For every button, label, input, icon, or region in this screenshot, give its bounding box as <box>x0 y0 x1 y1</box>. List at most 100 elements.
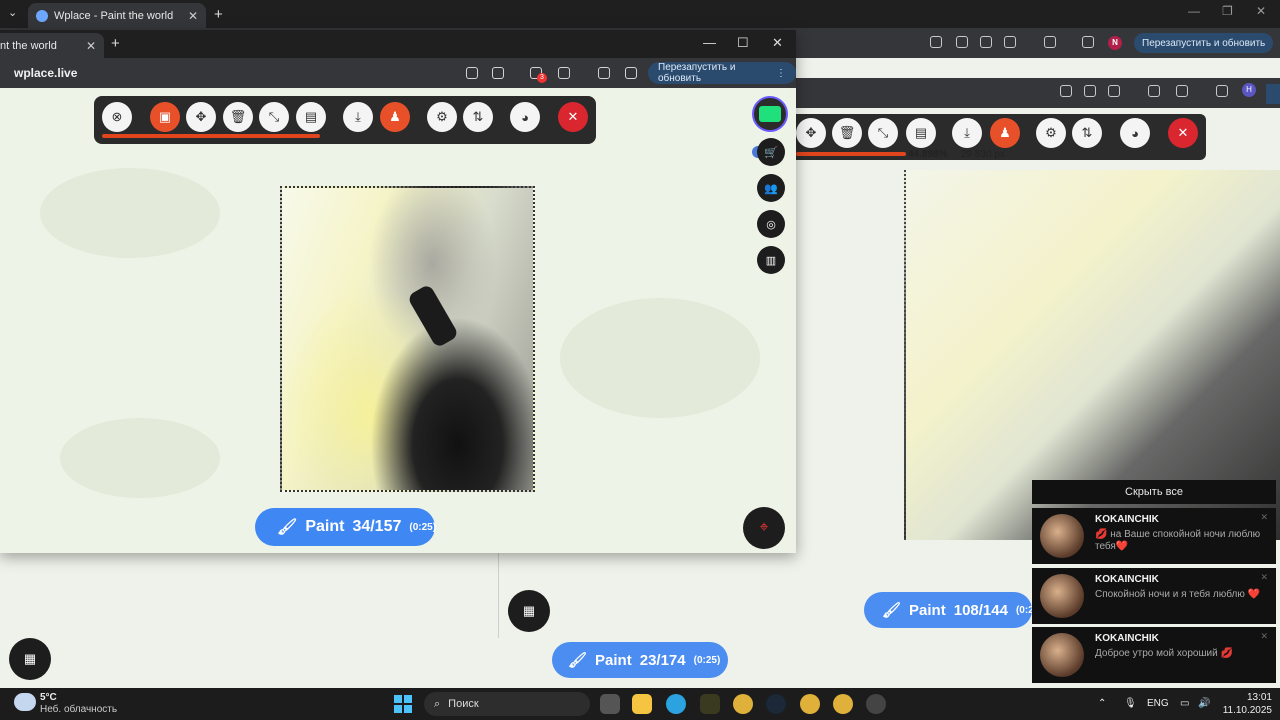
install-icon[interactable] <box>1060 85 1072 97</box>
close-tab-icon[interactable]: ✕ <box>86 39 96 53</box>
explore-button[interactable]: ◎ <box>757 210 785 238</box>
trash-button[interactable]: 🗑 <box>223 102 253 132</box>
locate-button[interactable]: ⌖ <box>743 507 785 549</box>
file-explorer-icon[interactable] <box>632 694 652 714</box>
close-tab-icon[interactable]: ✕ <box>188 9 198 23</box>
close-panel-button[interactable]: ✕ <box>1168 118 1198 148</box>
paint-button[interactable]: 🖌 Paint 23/174 (0:25) <box>552 642 728 678</box>
telegram-icon[interactable] <box>666 694 686 714</box>
chrome-icon[interactable] <box>733 694 753 714</box>
profile-avatar[interactable]: H <box>1242 83 1256 97</box>
new-tab-button[interactable]: + <box>111 35 120 52</box>
palette-button[interactable]: ▦ <box>9 638 51 680</box>
notification-message: 💋 на Ваше спокойной ночи люблю тебя❤️ <box>1095 529 1261 552</box>
notification-item[interactable]: KOKAINCHIK 💋 на Ваше спокойной ночи любл… <box>1032 508 1276 564</box>
paint-button[interactable]: 🖌 Paint 34/157 (0:25) <box>255 508 436 546</box>
download-button[interactable]: ⤓ <box>952 118 982 148</box>
settings-button[interactable]: ⚙ <box>427 102 457 132</box>
bookmark-star-icon[interactable] <box>1004 36 1016 48</box>
url-text[interactable]: wplace.live <box>14 66 77 80</box>
sort-button[interactable]: ⇅ <box>463 102 493 132</box>
volume-icon[interactable]: 🔊 <box>1198 698 1210 709</box>
microphone-icon[interactable]: 🎙 <box>1124 698 1137 709</box>
chrome-icon[interactable] <box>800 694 820 714</box>
resize-button[interactable]: ⤡ <box>259 102 289 132</box>
translate-icon[interactable] <box>980 36 992 48</box>
clock[interactable]: 13:01 11.10.2025 <box>1222 691 1272 717</box>
crosshair-button[interactable]: ⊗ <box>102 102 132 132</box>
tray-overflow-icon[interactable]: ⌃ <box>1098 698 1106 709</box>
settings-button[interactable]: ⚙ <box>1036 118 1066 148</box>
weather-description[interactable]: Неб. облачность <box>40 704 117 715</box>
translate-icon[interactable] <box>1084 85 1096 97</box>
cart-button[interactable]: 🛒 <box>757 138 785 166</box>
notification-item[interactable]: KOKAINCHIK Спокойной ночи и я тебя люблю… <box>1032 568 1276 624</box>
reading-list-icon[interactable] <box>1216 85 1228 97</box>
obs-icon[interactable] <box>866 694 886 714</box>
close-window-icon[interactable]: ✕ <box>772 35 783 51</box>
close-window-icon[interactable]: ✕ <box>1256 4 1266 18</box>
users-button[interactable]: 👥 <box>757 174 785 202</box>
more-menu-icon[interactable]: ⋮ <box>776 68 786 79</box>
extensions-icon[interactable] <box>1176 85 1188 97</box>
close-panel-button[interactable]: ✕ <box>558 102 588 132</box>
tab-search-icon[interactable]: ⌄ <box>8 6 17 19</box>
media-icon[interactable] <box>1148 85 1160 97</box>
move-button[interactable]: ✥ <box>186 102 216 132</box>
notification-item[interactable]: KOKAINCHIK Доброе утро мой хороший 💋 ✕ <box>1032 627 1276 683</box>
resize-button[interactable]: ⤡ <box>868 118 898 148</box>
paint-count: 23/174 <box>639 651 686 669</box>
relaunch-button[interactable]: Перезапустить и обновить ⋮ <box>648 62 796 84</box>
app-icon[interactable] <box>700 694 720 714</box>
new-tab-button[interactable]: + <box>214 6 223 23</box>
task-view-icon[interactable] <box>600 694 620 714</box>
background-tab-title: Wplace - Paint the world <box>54 9 174 22</box>
media-icon[interactable] <box>1082 36 1094 48</box>
relaunch-button[interactable] <box>1266 84 1280 104</box>
user-avatar[interactable] <box>752 96 788 132</box>
clipboard-button[interactable]: ▤ <box>296 102 326 132</box>
windows-start-icon[interactable] <box>394 695 412 713</box>
discord-button[interactable]: ◕ <box>1120 118 1150 148</box>
weather-cloud-icon[interactable] <box>14 693 36 711</box>
maximize-icon[interactable]: ☐ <box>737 35 749 51</box>
extensions-icon[interactable] <box>1044 36 1056 48</box>
profile-icon[interactable] <box>625 67 637 79</box>
close-icon[interactable]: ✕ <box>1260 631 1268 642</box>
reading-list-icon[interactable] <box>598 67 610 79</box>
discord-button[interactable]: ◕ <box>510 102 540 132</box>
chrome-icon[interactable] <box>833 694 853 714</box>
sort-button[interactable]: ⇅ <box>1072 118 1102 148</box>
bookmark-star-icon[interactable] <box>1108 85 1120 97</box>
palette-button[interactable]: ▦ <box>508 590 550 632</box>
maximize-icon[interactable]: ❐ <box>1222 4 1233 18</box>
minimize-icon[interactable]: — <box>1188 4 1200 18</box>
bookmark-star-icon[interactable] <box>492 67 504 79</box>
paint-button[interactable]: 🖌 Paint 108/144 (0:28) <box>864 592 1043 628</box>
steam-icon[interactable] <box>766 694 786 714</box>
clipboard-button[interactable]: ▤ <box>906 118 936 148</box>
download-button[interactable]: ⤓ <box>343 102 373 132</box>
location-icon[interactable] <box>930 36 942 48</box>
close-icon[interactable]: ✕ <box>1260 572 1268 583</box>
taskbar-search[interactable]: ⌕ Поиск <box>424 692 590 716</box>
weather-temperature[interactable]: 5°C <box>40 692 57 703</box>
language-indicator[interactable]: ENG <box>1147 698 1169 709</box>
minimize-icon[interactable]: — <box>703 35 716 50</box>
leaderboard-button[interactable]: ▥ <box>757 246 785 274</box>
install-icon[interactable] <box>466 67 478 79</box>
close-icon[interactable]: ✕ <box>1260 512 1268 523</box>
trash-button[interactable]: 🗑 <box>832 118 862 148</box>
network-icon[interactable]: ▭ <box>1180 698 1189 709</box>
move-button[interactable]: ✥ <box>796 118 826 148</box>
front-tab[interactable]: nt the world ✕ <box>0 33 104 58</box>
relaunch-button[interactable]: Перезапустить и обновить <box>1134 33 1274 53</box>
extensions-icon[interactable] <box>558 67 570 79</box>
hide-all-notifications-button[interactable]: Скрыть все <box>1032 480 1276 504</box>
profile-avatar[interactable]: N <box>1108 36 1122 50</box>
image-button[interactable]: ▣ <box>150 102 180 132</box>
bot-button[interactable]: ♟ <box>380 102 410 132</box>
install-icon[interactable] <box>956 36 968 48</box>
background-tab[interactable]: Wplace - Paint the world ✕ <box>28 3 206 28</box>
bot-button[interactable]: ♟ <box>990 118 1020 148</box>
